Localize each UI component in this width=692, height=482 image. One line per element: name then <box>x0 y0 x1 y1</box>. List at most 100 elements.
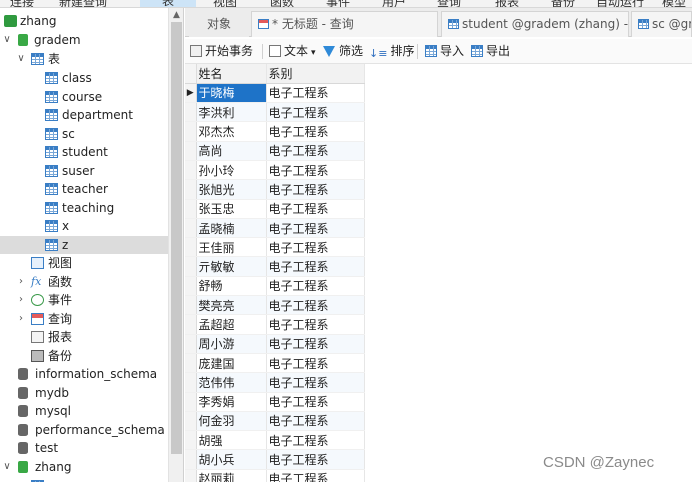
column-header-name[interactable]: 姓名 <box>196 64 267 84</box>
table-row[interactable]: 高尚 电子工程系 <box>185 141 365 161</box>
menu-table[interactable]: 表 <box>140 0 196 7</box>
cell-name[interactable]: 周小游 <box>196 334 267 354</box>
scroll-thumb[interactable] <box>171 22 182 454</box>
row-header[interactable] <box>185 372 197 393</box>
table-row[interactable]: 张旭光 电子工程系 <box>185 179 365 200</box>
begin-transaction-button[interactable]: 开始事务 <box>190 43 253 60</box>
row-header[interactable] <box>185 276 197 297</box>
menu-query[interactable]: 查询 <box>437 0 461 7</box>
cell-department[interactable]: 电子工程系 <box>266 102 365 123</box>
cell-name[interactable]: 范伟伟 <box>196 372 267 393</box>
cell-department[interactable]: 电子工程系 <box>266 179 365 200</box>
menu-event[interactable]: 事件 <box>326 0 350 7</box>
row-header[interactable] <box>185 314 197 335</box>
row-header[interactable] <box>185 102 197 123</box>
tree-database[interactable]: mysql <box>0 402 168 420</box>
table-row[interactable]: 范伟伟 电子工程系 <box>185 372 365 393</box>
cell-department[interactable]: 电子工程系 <box>266 430 365 451</box>
tree-database-zhang[interactable]: ∨ zhang <box>0 458 168 476</box>
tree-table-item[interactable]: department <box>0 106 168 124</box>
cell-name[interactable]: 高尚 <box>196 141 267 161</box>
row-header[interactable] <box>185 199 197 219</box>
cell-name[interactable]: 樊亮亮 <box>196 295 267 316</box>
cell-name[interactable]: 李洪利 <box>196 102 267 123</box>
column-header-department[interactable]: 系别 <box>266 64 365 84</box>
cell-name[interactable]: 王佳丽 <box>196 237 267 258</box>
cell-department[interactable]: 电子工程系 <box>266 83 365 104</box>
tab-sc-table[interactable]: sc @gra <box>631 11 692 37</box>
cell-name[interactable]: 赵丽莉 <box>196 469 267 482</box>
cell-name[interactable]: 庞建国 <box>196 353 267 374</box>
table-row[interactable]: 孙小玲 电子工程系 <box>185 160 365 181</box>
cell-name[interactable]: 胡强 <box>196 430 267 451</box>
chevron-down-icon[interactable]: ∨ <box>2 458 12 476</box>
chevron-right-icon[interactable]: › <box>16 310 26 328</box>
cell-department[interactable]: 电子工程系 <box>266 276 365 297</box>
cell-name[interactable]: 孟晓楠 <box>196 218 267 239</box>
cell-department[interactable]: 电子工程系 <box>266 353 365 374</box>
cell-department[interactable]: 电子工程系 <box>266 411 365 432</box>
tree-queries[interactable]: › 查询 <box>0 310 168 328</box>
row-header[interactable] <box>185 334 197 354</box>
row-header[interactable] <box>185 430 197 451</box>
row-header[interactable] <box>185 121 197 142</box>
chevron-right-icon[interactable]: › <box>16 273 26 291</box>
tree-views[interactable]: 视图 <box>0 254 168 272</box>
row-header[interactable] <box>185 469 197 482</box>
tab-student-table[interactable]: student @gradem (zhang) - ... <box>441 11 629 37</box>
export-button[interactable]: 导出 <box>471 43 510 60</box>
cell-name[interactable]: 李秀娟 <box>196 392 267 412</box>
cell-department[interactable]: 电子工程系 <box>266 295 365 316</box>
tree-table-item[interactable]: class <box>0 69 168 87</box>
tree-database-gradem[interactable]: ∨ gradem <box>0 31 168 49</box>
tree-table-item[interactable]: teacher <box>0 180 168 198</box>
cell-department[interactable]: 电子工程系 <box>266 121 365 142</box>
table-row[interactable]: 庞建国 电子工程系 <box>185 353 365 374</box>
cell-name[interactable]: 张旭光 <box>196 179 267 200</box>
row-header[interactable] <box>185 237 197 258</box>
cell-name[interactable]: 亓敏敏 <box>196 256 267 277</box>
table-row[interactable]: 亓敏敏 电子工程系 <box>185 256 365 277</box>
cell-name[interactable]: 胡小兵 <box>196 449 267 470</box>
tree-connection[interactable]: zhang <box>0 12 168 30</box>
tree-tables-group[interactable] <box>0 477 168 482</box>
tree-table-item[interactable]: teaching <box>0 199 168 217</box>
cell-department[interactable]: 电子工程系 <box>266 469 365 482</box>
tree-table-item[interactable]: sc <box>0 125 168 143</box>
chevron-right-icon[interactable]: › <box>16 291 26 309</box>
table-row[interactable]: ▶ 于晓梅 电子工程系 <box>185 83 365 104</box>
row-header[interactable]: ▶ <box>185 83 197 104</box>
cell-name[interactable]: 何金羽 <box>196 411 267 432</box>
tree-table-item-selected[interactable]: z <box>0 236 168 254</box>
row-header[interactable] <box>185 392 197 412</box>
row-header[interactable] <box>185 449 197 470</box>
row-header[interactable] <box>185 295 197 316</box>
cell-name[interactable]: 孟超超 <box>196 314 267 335</box>
tree-backups[interactable]: 备份 <box>0 347 168 365</box>
menu-backup[interactable]: 备份 <box>551 0 575 7</box>
sort-button[interactable]: ↓≡ 排序 <box>369 43 414 60</box>
cell-department[interactable]: 电子工程系 <box>266 392 365 412</box>
cell-name[interactable]: 于晓梅 <box>196 83 267 104</box>
cell-department[interactable]: 电子工程系 <box>266 334 365 354</box>
menu-connect[interactable]: 连接 <box>10 0 34 7</box>
table-row[interactable]: 舒畅 电子工程系 <box>185 276 365 297</box>
cell-department[interactable]: 电子工程系 <box>266 372 365 393</box>
row-header[interactable] <box>185 256 197 277</box>
cell-name[interactable]: 邓杰杰 <box>196 121 267 142</box>
table-row[interactable]: 王佳丽 电子工程系 <box>185 237 365 258</box>
table-row[interactable]: 何金羽 电子工程系 <box>185 411 365 432</box>
row-header[interactable] <box>185 141 197 161</box>
chevron-down-icon[interactable]: ∨ <box>16 50 26 68</box>
cell-department[interactable]: 电子工程系 <box>266 449 365 470</box>
table-row[interactable]: 孟晓楠 电子工程系 <box>185 218 365 239</box>
import-button[interactable]: 导入 <box>425 43 464 60</box>
table-row[interactable]: 邓杰杰 电子工程系 <box>185 121 365 142</box>
menu-function[interactable]: 函数 <box>270 0 294 7</box>
menu-model[interactable]: 模型 <box>662 0 686 7</box>
chevron-down-icon[interactable]: ∨ <box>2 31 12 49</box>
tree-table-item[interactable]: course <box>0 88 168 106</box>
cell-name[interactable]: 舒畅 <box>196 276 267 297</box>
tree-events[interactable]: › 事件 <box>0 291 168 309</box>
row-header[interactable] <box>185 218 197 239</box>
